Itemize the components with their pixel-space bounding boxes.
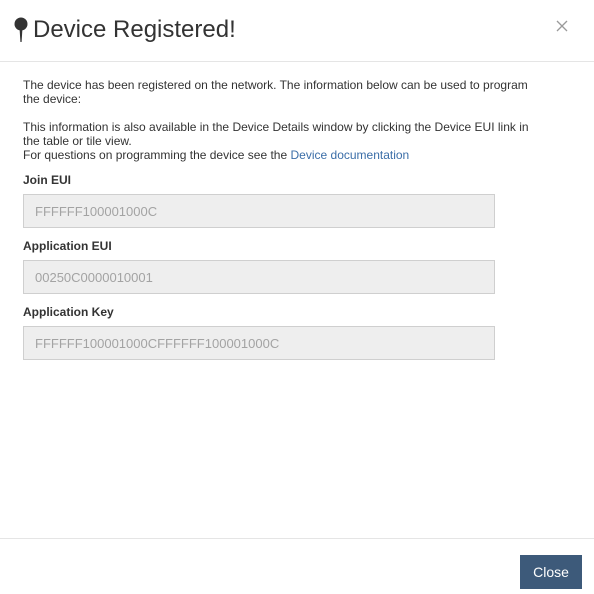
close-icon[interactable] [554, 18, 570, 34]
map-pin-icon [14, 17, 28, 43]
application-eui-field[interactable] [23, 260, 495, 294]
close-button[interactable]: Close [520, 555, 582, 589]
dialog-title: Device Registered! [33, 16, 236, 43]
dialog-footer: Close [0, 538, 594, 594]
join-eui-label: Join EUI [23, 173, 72, 187]
application-key-field[interactable] [23, 326, 495, 360]
join-eui-field[interactable] [23, 194, 495, 228]
dialog-header: Device Registered! [0, 0, 594, 62]
device-documentation-link[interactable]: Device documentation [291, 148, 410, 162]
intro-text: The device has been registered on the ne… [23, 78, 528, 106]
application-key-label: Application Key [23, 305, 114, 319]
questions-text: For questions on programming the device … [23, 148, 543, 162]
info-text: This information is also available in th… [23, 120, 529, 148]
title-wrap: Device Registered! [14, 14, 236, 46]
dialog-body: The device has been registered on the ne… [23, 78, 543, 360]
questions-prefix: For questions on programming the device … [23, 148, 288, 162]
application-eui-label: Application EUI [23, 239, 112, 253]
device-registered-dialog: Device Registered! The device has been r… [0, 0, 594, 594]
